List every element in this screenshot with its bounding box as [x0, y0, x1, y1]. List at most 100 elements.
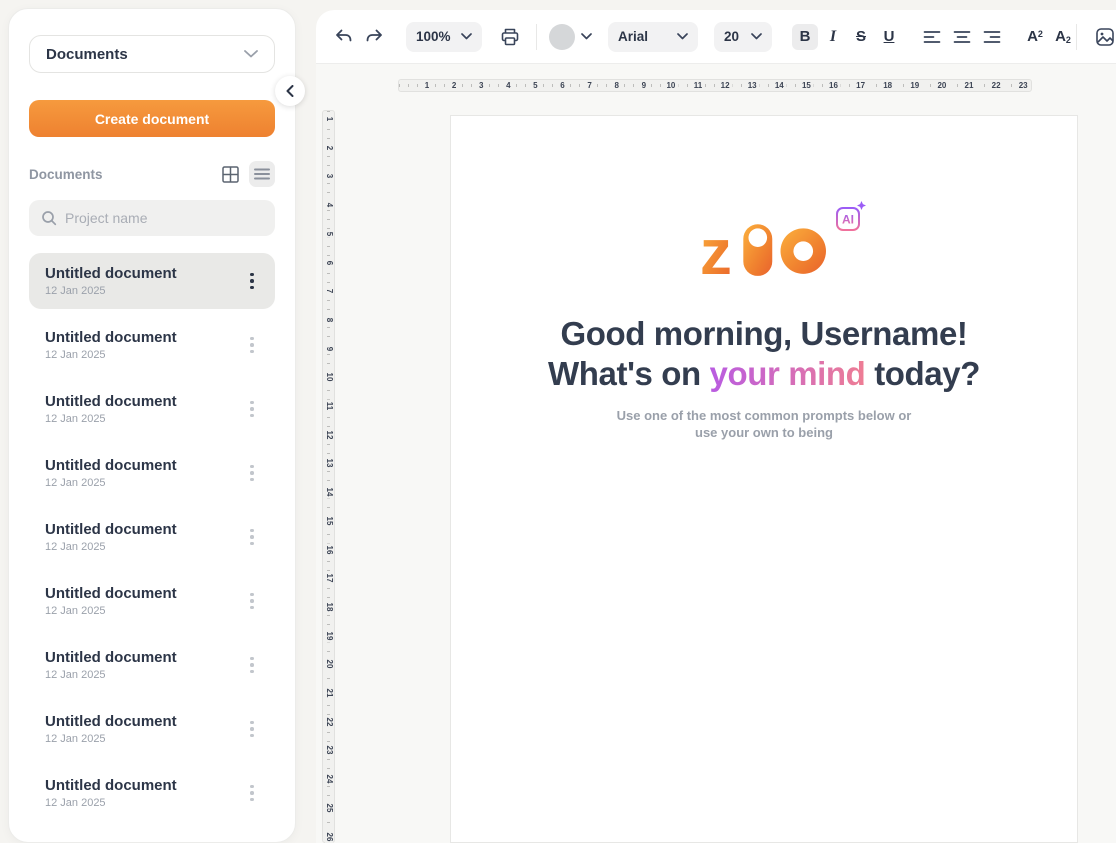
ruler-number: 11	[325, 400, 333, 412]
list-view-button[interactable]	[249, 161, 275, 187]
ruler-number: 15	[799, 82, 814, 90]
greeting-heading: Good morning, Username! What's on your m…	[548, 314, 980, 394]
search-input[interactable]	[65, 210, 263, 226]
document-list-item[interactable]: Untitled document 12 Jan 2025	[29, 381, 275, 437]
ruler-number: 16	[325, 543, 333, 556]
ruler-number: 14	[772, 82, 787, 90]
ruler-number: 8	[325, 316, 333, 324]
chevron-left-icon	[286, 85, 294, 97]
document-page[interactable]: z AI	[450, 115, 1078, 843]
ruler-number: 5	[530, 82, 540, 90]
workspace-selector[interactable]: Documents	[29, 35, 275, 73]
font-size-select[interactable]: 20	[714, 22, 772, 52]
align-left-icon	[923, 30, 941, 44]
document-title: Untitled document	[45, 777, 243, 794]
zoom-value: 100%	[416, 29, 451, 44]
document-date: 12 Jan 2025	[45, 285, 243, 297]
document-menu-button[interactable]	[243, 332, 261, 358]
document-list-item[interactable]: Untitled document 12 Jan 2025	[29, 509, 275, 565]
document-list-item[interactable]: Untitled document 12 Jan 2025	[29, 637, 275, 693]
create-document-button[interactable]: Create document	[29, 100, 275, 137]
chevron-down-icon	[581, 33, 592, 40]
document-menu-button[interactable]	[243, 268, 261, 294]
list-icon	[254, 168, 270, 180]
document-list: Untitled document 12 Jan 2025 Untitled d…	[29, 253, 275, 821]
ruler-number: 14	[325, 486, 333, 499]
document-title: Untitled document	[45, 329, 243, 346]
ruler-number: 7	[325, 287, 333, 295]
ruler-number: 8	[611, 82, 621, 90]
zoom-select[interactable]: 100%	[406, 22, 482, 52]
sidebar: Documents Create document Documents	[8, 8, 296, 843]
ruler-number: 22	[989, 82, 1004, 90]
ruler-number: 20	[934, 82, 949, 90]
document-date: 12 Jan 2025	[45, 605, 243, 617]
editor-panel: 100% Arial 20 B I S U	[316, 10, 1116, 843]
document-list-item[interactable]: Untitled document 12 Jan 2025	[29, 765, 275, 821]
document-date: 12 Jan 2025	[45, 733, 243, 745]
align-left-button[interactable]	[918, 23, 946, 51]
document-menu-button[interactable]	[243, 716, 261, 742]
greeting-line2-prefix: What's on	[548, 355, 710, 392]
document-date: 12 Jan 2025	[45, 797, 243, 809]
document-date: 12 Jan 2025	[45, 349, 243, 361]
document-list-item[interactable]: Untitled document 12 Jan 2025	[29, 253, 275, 309]
align-center-button[interactable]	[948, 23, 976, 51]
greeting-line2-suffix: today?	[865, 355, 980, 392]
svg-text:AI: AI	[842, 213, 854, 227]
chevron-down-icon	[461, 33, 472, 40]
ruler-number: 17	[325, 572, 333, 585]
ruler-number: 18	[880, 82, 895, 90]
ruler-number: 12	[325, 428, 333, 441]
ruler-number: 12	[718, 82, 733, 90]
subtitle-line2: use your own to being	[695, 425, 833, 440]
document-menu-button[interactable]	[243, 652, 261, 678]
ruler-number: 1	[325, 115, 333, 123]
document-list-item[interactable]: Untitled document 12 Jan 2025	[29, 445, 275, 501]
document-title: Untitled document	[45, 265, 243, 282]
italic-button[interactable]: I	[820, 24, 846, 50]
color-swatch	[549, 24, 575, 50]
redo-button[interactable]	[360, 23, 388, 51]
text-color-picker[interactable]	[549, 24, 592, 50]
grid-view-button[interactable]	[217, 161, 243, 187]
document-list-item[interactable]: Untitled document 12 Jan 2025	[29, 317, 275, 373]
ruler-number: 7	[584, 82, 594, 90]
superscript-button[interactable]: A2	[1022, 24, 1048, 50]
document-menu-button[interactable]	[243, 524, 261, 550]
print-button[interactable]	[496, 23, 524, 51]
document-menu-button[interactable]	[243, 460, 261, 486]
font-size-value: 20	[724, 29, 739, 44]
font-family-select[interactable]: Arial	[608, 22, 698, 52]
strikethrough-button[interactable]: S	[848, 24, 874, 50]
document-list-item[interactable]: Untitled document 12 Jan 2025	[29, 701, 275, 757]
ruler-number: 23	[325, 744, 333, 757]
subscript-button[interactable]: A2	[1050, 24, 1076, 50]
sidebar-collapse-button[interactable]	[275, 76, 305, 106]
ruler-ticks	[327, 111, 330, 842]
ruler-number: 3	[325, 172, 333, 180]
ruler-number: 5	[325, 230, 333, 238]
ruler-number: 9	[325, 344, 333, 352]
ruler-number: 10	[325, 371, 333, 384]
insert-image-button[interactable]	[1091, 23, 1116, 51]
bold-button[interactable]: B	[792, 24, 818, 50]
document-title: Untitled document	[45, 521, 243, 538]
search-icon	[41, 210, 57, 226]
document-title: Untitled document	[45, 713, 243, 730]
ruler-number: 26	[325, 830, 333, 843]
document-list-item[interactable]: Untitled document 12 Jan 2025	[29, 573, 275, 629]
align-right-button[interactable]	[978, 23, 1006, 51]
document-menu-button[interactable]	[243, 396, 261, 422]
undo-button[interactable]	[330, 23, 358, 51]
grid-icon	[222, 166, 239, 183]
document-title: Untitled document	[45, 393, 243, 410]
workspace-selector-label: Documents	[46, 46, 128, 63]
document-menu-button[interactable]	[243, 780, 261, 806]
chevron-down-icon	[244, 50, 258, 58]
document-menu-button[interactable]	[243, 588, 261, 614]
ruler-number: 4	[325, 201, 333, 209]
document-title: Untitled document	[45, 457, 243, 474]
underline-button[interactable]: U	[876, 24, 902, 50]
ruler-number: 24	[325, 773, 333, 786]
